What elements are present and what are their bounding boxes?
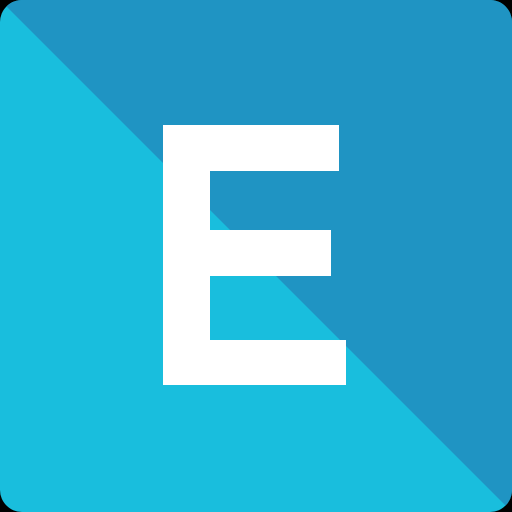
- app-icon: [0, 0, 512, 512]
- letter-e-glyph: [163, 125, 346, 385]
- letter-e-logo-icon: [0, 0, 512, 512]
